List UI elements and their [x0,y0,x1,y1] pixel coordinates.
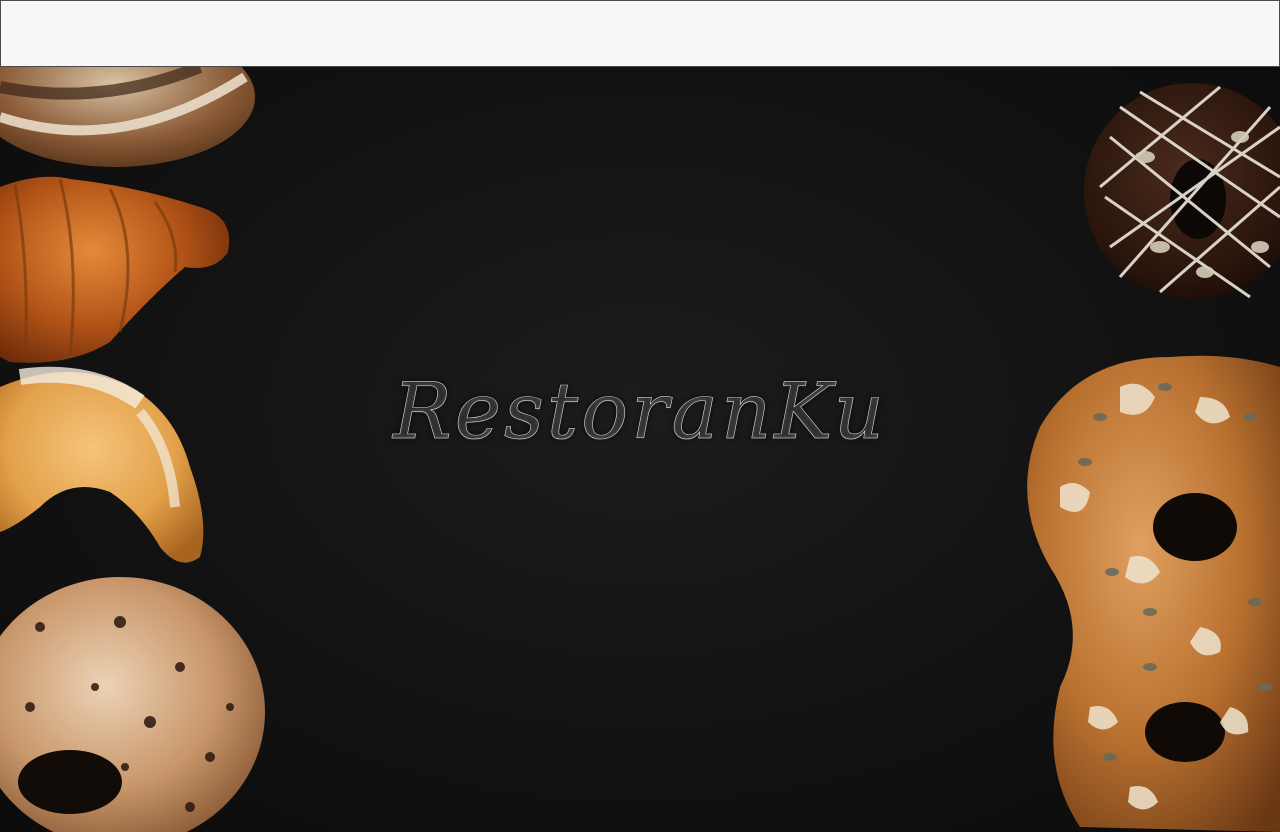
brand-title: RestoranKu [392,367,888,458]
hero-banner: RestoranKu RestoranKu [0,67,1280,832]
top-navigation-bar [0,0,1280,67]
croissant [0,176,230,363]
pastry-top-left [0,67,255,167]
chocolate-donut [1084,83,1280,299]
bagel [0,577,265,832]
